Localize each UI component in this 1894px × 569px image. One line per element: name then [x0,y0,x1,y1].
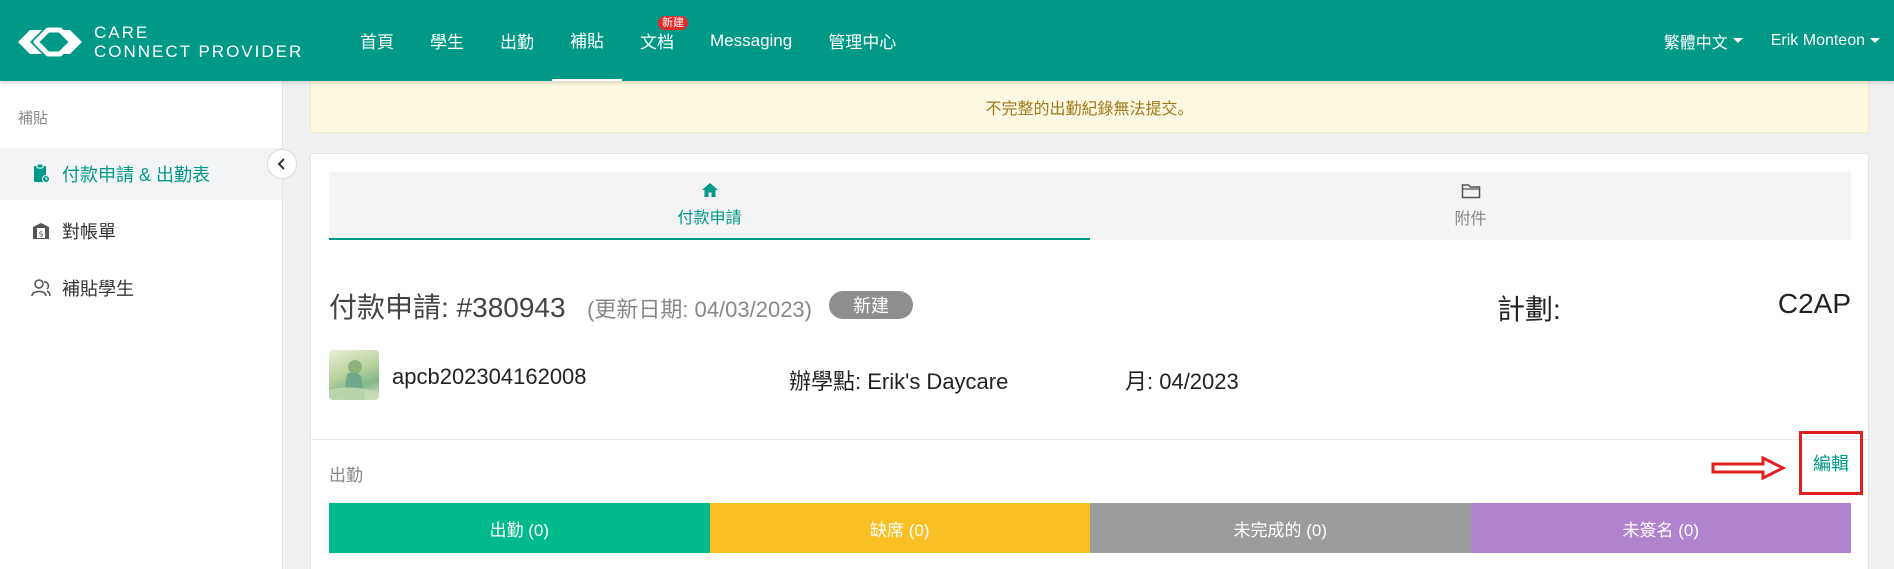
warning-alert: 不完整的出勤紀錄無法提交。 [310,81,1869,133]
tab-attachments[interactable]: 附件 [1090,172,1851,240]
nav-right: 繁體中文 Erik Monteon [1650,0,1894,81]
status-badge: 新建 [829,291,913,319]
edit-attendance-link[interactable]: 編輯 [1813,450,1849,476]
edit-highlight-box: 編輯 [1799,431,1863,495]
stat-label: 未簽名 (0) [1622,520,1700,540]
site-name: 辦學點: Erik's Daycare [789,369,1009,394]
sidebar-heading: 補貼 [18,110,49,127]
stat-absent: 缺席 (0) [709,503,1090,553]
stat-unsigned: 未簽名 (0) [1470,503,1851,553]
stat-label: 未完成的 (0) [1233,520,1328,540]
logo-icon [18,27,82,57]
nav-attendance-label: 出勤 [500,33,534,52]
sidebar-item-statements[interactable]: $ 對帳單 [0,205,282,257]
chevron-left-icon [277,158,285,170]
nav-home[interactable]: 首頁 [342,0,412,81]
nav-home-label: 首頁 [360,33,394,52]
sidebar-item-label: 補貼學生 [62,279,134,299]
divider [311,439,1868,440]
chevron-down-icon [1870,38,1880,43]
sidebar-item-payment-requests[interactable]: 付款申請 & 出勤表 [0,148,282,200]
tab-label: 附件 [1454,211,1487,228]
tab-payment-request[interactable]: 付款申請 [329,172,1090,240]
logo-text-line2: CONNECT PROVIDER [94,42,304,61]
stat-incomplete: 未完成的 (0) [1090,503,1471,553]
nav-subsidy[interactable]: 補貼 [552,0,622,81]
nav-documents-label: 文档 [640,33,674,52]
language-label: 繁體中文 [1663,34,1728,52]
page-title: 付款申請: #380943 [329,292,566,323]
red-arrow-icon [1711,455,1787,485]
sidebar-item-subsidy-students[interactable]: 補貼學生 [0,262,282,314]
request-id: apcb202304162008 [392,364,587,389]
sidebar-collapse-button[interactable] [267,149,297,179]
request-header: 付款申請: #380943 (更新日期: 04/03/2023) 新建 計劃: … [329,282,1851,325]
request-month: 月: 04/2023 [1125,369,1239,394]
plan-label: 計劃: [1497,294,1561,325]
logo-text: CARE CONNECT PROVIDER [94,23,303,61]
sidebar: 補貼 付款申請 & 出勤表 $ 對帳單 補貼學生 [0,81,283,569]
user-name: Erik Monteon [1770,31,1865,49]
nav-messaging-label: Messaging [710,30,793,50]
logo[interactable]: CARE CONNECT PROVIDER [14,22,303,62]
stat-label: 出勤 (0) [489,520,550,540]
nav-attendance[interactable]: 出勤 [482,0,552,81]
sidebar-item-label: 付款申請 & 出勤表 [62,165,211,185]
nav-messaging[interactable]: Messaging [692,0,810,81]
user-menu-dropdown[interactable]: Erik Monteon [1757,32,1894,50]
new-badge: 新建 [658,16,688,30]
payment-request-card: 付款申請 附件 付款申請: #380943 (更新日期: 04/03/2023)… [310,153,1869,569]
main-menu: 首頁 學生 出勤 補貼 文档 新建 Messaging 管理中心 [342,0,914,81]
logo-text-line1: CARE [94,23,150,42]
nav-admin-center[interactable]: 管理中心 [810,0,914,81]
nav-documents[interactable]: 文档 新建 [622,0,692,81]
student-icon [30,277,52,299]
stat-label: 缺席 (0) [870,520,930,540]
attendance-section-label: 出勤 [329,466,363,485]
top-navbar: CARE CONNECT PROVIDER 首頁 學生 出勤 補貼 文档 新建 … [0,0,1894,81]
nav-students-label: 學生 [430,33,464,52]
attendance-stats: 出勤 (0) 缺席 (0) 未完成的 (0) 未簽名 (0) [329,503,1851,553]
plan-value: C2AP [1777,288,1851,319]
nav-admin-center-label: 管理中心 [828,33,897,52]
sidebar-item-label: 對帳單 [62,222,116,242]
updated-date: (更新日期: 04/03/2023) [587,297,812,322]
folder-icon [1461,184,1480,199]
stat-present: 出勤 (0) [329,503,710,553]
alert-text: 不完整的出勤紀錄無法提交。 [985,100,1194,118]
svg-text:$: $ [38,230,43,239]
tab-label: 付款申請 [677,210,742,227]
tab-bar: 付款申請 附件 [329,172,1851,240]
clipboard-icon [30,163,52,185]
nav-students[interactable]: 學生 [412,0,482,81]
request-info: apcb202304162008 辦學點: Erik's Daycare 月: … [329,350,1851,400]
home-icon [701,183,718,197]
avatar [329,350,379,400]
nav-subsidy-label: 補貼 [570,32,604,51]
language-dropdown[interactable]: 繁體中文 [1650,29,1757,53]
chevron-down-icon [1732,38,1743,43]
statement-icon: $ [30,220,52,242]
